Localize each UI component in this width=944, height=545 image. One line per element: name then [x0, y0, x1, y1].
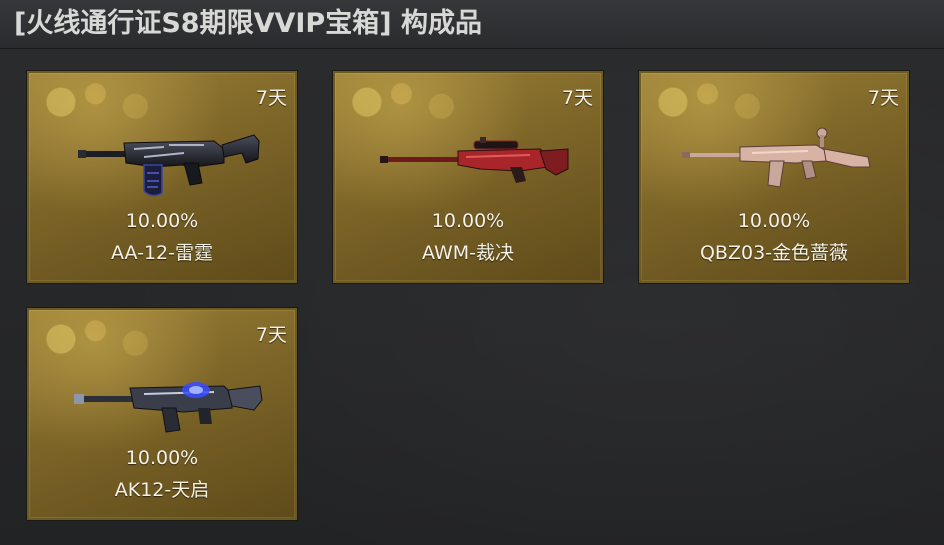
duration-label: 7天 — [867, 87, 899, 109]
item-card[interactable]: 7天 10.00% AWM-裁决 — [333, 71, 603, 283]
sniper-awm-icon — [380, 137, 569, 183]
title-bar: [火线通行证S8期限VVIP宝箱] 构成品 — [0, 0, 944, 49]
reward-panel: [火线通行证S8期限VVIP宝箱] 构成品 7天 10.00% AA-12-雷霆… — [0, 0, 944, 545]
duration-label: 7天 — [561, 87, 593, 109]
rifle-qbz03-icon — [682, 127, 871, 188]
shotgun-aa12-icon — [78, 134, 260, 197]
drop-rate: 10.00% — [125, 447, 199, 469]
item-card[interactable]: 7天 10.00% AA-12-雷霆 — [27, 71, 297, 283]
drop-rate: 10.00% — [125, 210, 199, 232]
item-name: QBZ03-金色蔷薇 — [699, 242, 849, 264]
drop-rate: 10.00% — [431, 210, 505, 232]
item-name: AA-12-雷霆 — [111, 242, 213, 264]
item-name: AWM-裁决 — [422, 242, 514, 264]
rifle-ak12-icon — [74, 382, 263, 433]
item-name: AK12-天启 — [114, 479, 210, 501]
item-card[interactable]: 7天 10.00% QBZ03-金色蔷薇 — [639, 71, 909, 283]
drop-rate: 10.00% — [737, 210, 811, 232]
duration-label: 7天 — [255, 324, 287, 346]
item-card[interactable]: 7天 10.00% AK12-天启 — [27, 308, 297, 520]
panel-title: [火线通行证S8期限VVIP宝箱] 构成品 — [14, 8, 482, 39]
duration-label: 7天 — [255, 87, 287, 109]
